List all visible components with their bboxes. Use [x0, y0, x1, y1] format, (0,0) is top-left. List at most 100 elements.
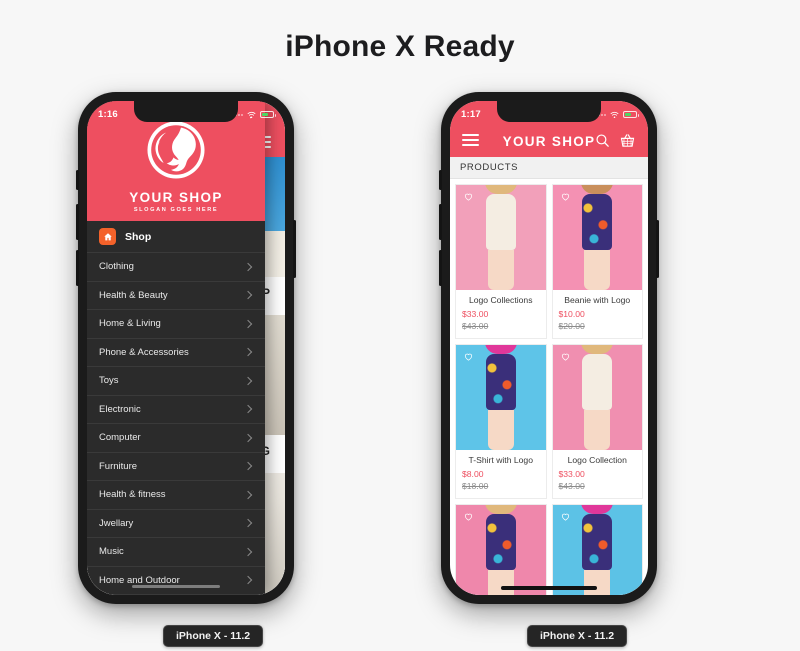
- chevron-right-icon: [243, 376, 253, 385]
- heart-outline-icon[interactable]: [463, 511, 474, 522]
- chevron-right-icon: [243, 462, 253, 471]
- chevron-right-icon: [243, 291, 253, 300]
- mute-switch[interactable]: [76, 170, 79, 190]
- product-old-price: $43.00: [558, 481, 585, 491]
- drawer-menu-item[interactable]: Home & Living: [87, 309, 265, 338]
- power-button[interactable]: [293, 220, 296, 278]
- hamburger-menu-icon[interactable]: [462, 131, 479, 149]
- chevron-right-icon: [243, 490, 253, 499]
- power-button[interactable]: [656, 220, 659, 278]
- left-device-label: iPhone X - 11.2: [163, 625, 264, 647]
- right-phone-frame: YOUR SHOP 1:17 PRODUCTS Logo Collections…: [439, 92, 659, 604]
- product-title: Beanie with Logo: [564, 295, 631, 305]
- right-phone-screen: YOUR SHOP 1:17 PRODUCTS Logo Collections…: [450, 101, 648, 595]
- drawer-menu-item[interactable]: Jwellary: [87, 508, 265, 538]
- brand-name: YOUR SHOP: [129, 189, 223, 205]
- drawer-item-shop[interactable]: Shop: [87, 221, 265, 252]
- woman-face-logo-icon: [147, 121, 205, 179]
- product-info: Logo Collection $33.00 $43.00: [553, 450, 643, 498]
- notch: [134, 101, 238, 122]
- chevron-right-icon: [243, 348, 253, 357]
- drawer-menu-item-label: Phone & Accessories: [99, 346, 189, 358]
- drawer-menu-item[interactable]: Sports: [87, 594, 265, 595]
- page-root: iPhone X Ready SHOP: [0, 0, 800, 651]
- product-title: Logo Collection: [567, 455, 627, 465]
- battery-charging-icon: [260, 111, 276, 118]
- drawer-menu-item-label: Home & Living: [99, 318, 161, 330]
- chevron-right-icon: [243, 319, 253, 328]
- product-card[interactable]: Beanie with Logo $10.00 $20.00: [551, 184, 643, 339]
- drawer-menu-item[interactable]: Electronic: [87, 394, 265, 424]
- product-photo-subject: [484, 345, 517, 450]
- navigation-drawer[interactable]: YOUR SHOP SLOGAN GOES HERE Shop Clothing…: [87, 101, 265, 595]
- chevron-right-icon: [243, 576, 253, 585]
- heart-outline-icon[interactable]: [560, 511, 571, 522]
- products-section-bar: PRODUCTS: [450, 157, 648, 179]
- drawer-menu-item-label: Clothing: [99, 261, 134, 273]
- drawer-menu-item-label: Electronic: [99, 403, 141, 415]
- chevron-right-icon: [243, 547, 253, 556]
- chevron-right-icon: [243, 405, 253, 414]
- volume-up-button[interactable]: [76, 204, 79, 240]
- drawer-menu-item[interactable]: Music: [87, 537, 265, 566]
- drawer-menu-item-label: Furniture: [99, 460, 138, 472]
- product-image: [552, 185, 642, 290]
- product-price: $33.00: [462, 309, 489, 319]
- drawer-menu-item[interactable]: Toys: [87, 366, 265, 395]
- drawer-scroll-indicator: [132, 585, 220, 588]
- product-old-price: $20.00: [558, 321, 585, 331]
- product-card[interactable]: [551, 504, 643, 595]
- heart-outline-icon[interactable]: [560, 351, 571, 362]
- heart-outline-icon[interactable]: [560, 191, 571, 202]
- search-icon[interactable]: [594, 132, 611, 149]
- mute-switch[interactable]: [439, 170, 442, 190]
- status-indicators: [232, 106, 276, 120]
- product-price: $33.00: [558, 469, 585, 479]
- page-title: iPhone X Ready: [285, 30, 515, 63]
- home-icon: [99, 228, 116, 245]
- product-image: [456, 505, 546, 595]
- battery-charging-icon: [623, 111, 639, 118]
- product-title: Logo Collections: [468, 295, 533, 305]
- drawer-menu-item-label: Health & Beauty: [99, 289, 168, 301]
- chevron-right-icon: [243, 433, 253, 442]
- volume-down-button[interactable]: [439, 250, 442, 286]
- product-card[interactable]: [455, 504, 547, 595]
- product-info: Logo Collections $33.00 $43.00: [456, 290, 546, 338]
- shopping-basket-icon[interactable]: [619, 132, 636, 149]
- wifi-icon: [610, 111, 619, 119]
- chevron-right-icon: [243, 262, 253, 271]
- drawer-menu-item[interactable]: Health & fitness: [87, 480, 265, 509]
- drawer-menu-item[interactable]: Health & Beauty: [87, 280, 265, 310]
- heart-outline-icon[interactable]: [463, 351, 474, 362]
- product-card[interactable]: T-Shirt with Logo $8.00 $18.00: [455, 344, 547, 499]
- left-phone-screen: SHOP CLOTHING HOME & LIVING: [87, 101, 285, 595]
- notch: [497, 101, 601, 122]
- product-image: [456, 345, 546, 450]
- brand-slogan: SLOGAN GOES HERE: [133, 207, 219, 213]
- drawer-menu-item[interactable]: Clothing: [87, 252, 265, 281]
- drawer-menu-item[interactable]: Computer: [87, 423, 265, 452]
- product-price: $10.00: [558, 309, 585, 319]
- heart-outline-icon[interactable]: [463, 191, 474, 202]
- drawer-menu-item-label: Computer: [99, 432, 141, 444]
- home-indicator: [501, 586, 597, 590]
- product-photo-subject: [484, 505, 517, 595]
- product-image: [456, 185, 546, 290]
- product-photo-subject: [581, 185, 614, 290]
- header-actions: [594, 132, 636, 149]
- product-card[interactable]: Logo Collections $33.00 $43.00: [455, 184, 547, 339]
- drawer-menu-item[interactable]: Phone & Accessories: [87, 337, 265, 367]
- product-card[interactable]: Logo Collection $33.00 $43.00: [551, 344, 643, 499]
- product-info: Beanie with Logo $10.00 $20.00: [553, 290, 643, 338]
- drawer-item-label: Shop: [125, 230, 152, 243]
- drawer-menu-list[interactable]: Clothing Health & Beauty Home & Living Phon…: [87, 252, 265, 595]
- product-old-price: $18.00: [462, 481, 489, 491]
- volume-up-button[interactable]: [439, 204, 442, 240]
- drawer-menu-item-label: Music: [99, 546, 124, 558]
- product-grid[interactable]: Logo Collections $33.00 $43.00 Beanie with …: [450, 179, 648, 595]
- drawer-menu-item[interactable]: Furniture: [87, 451, 265, 481]
- drawer-menu-item-label: Toys: [99, 375, 119, 387]
- volume-down-button[interactable]: [76, 250, 79, 286]
- drawer-menu-item[interactable]: Home and Outdoor: [87, 565, 265, 595]
